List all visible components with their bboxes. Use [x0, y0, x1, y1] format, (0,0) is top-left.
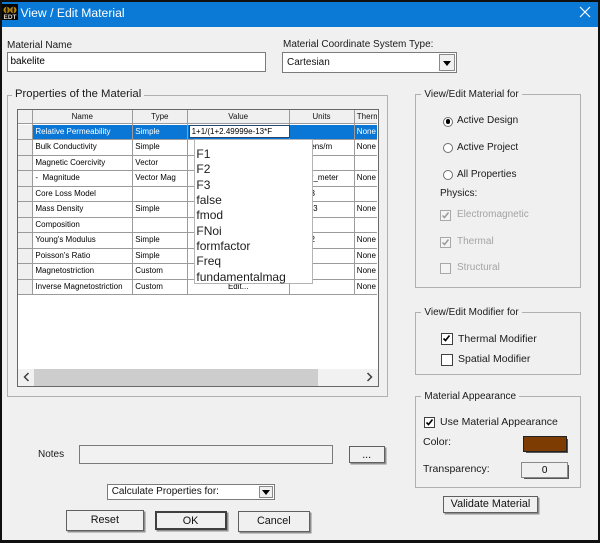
svg-text:EDT: EDT	[4, 14, 17, 20]
